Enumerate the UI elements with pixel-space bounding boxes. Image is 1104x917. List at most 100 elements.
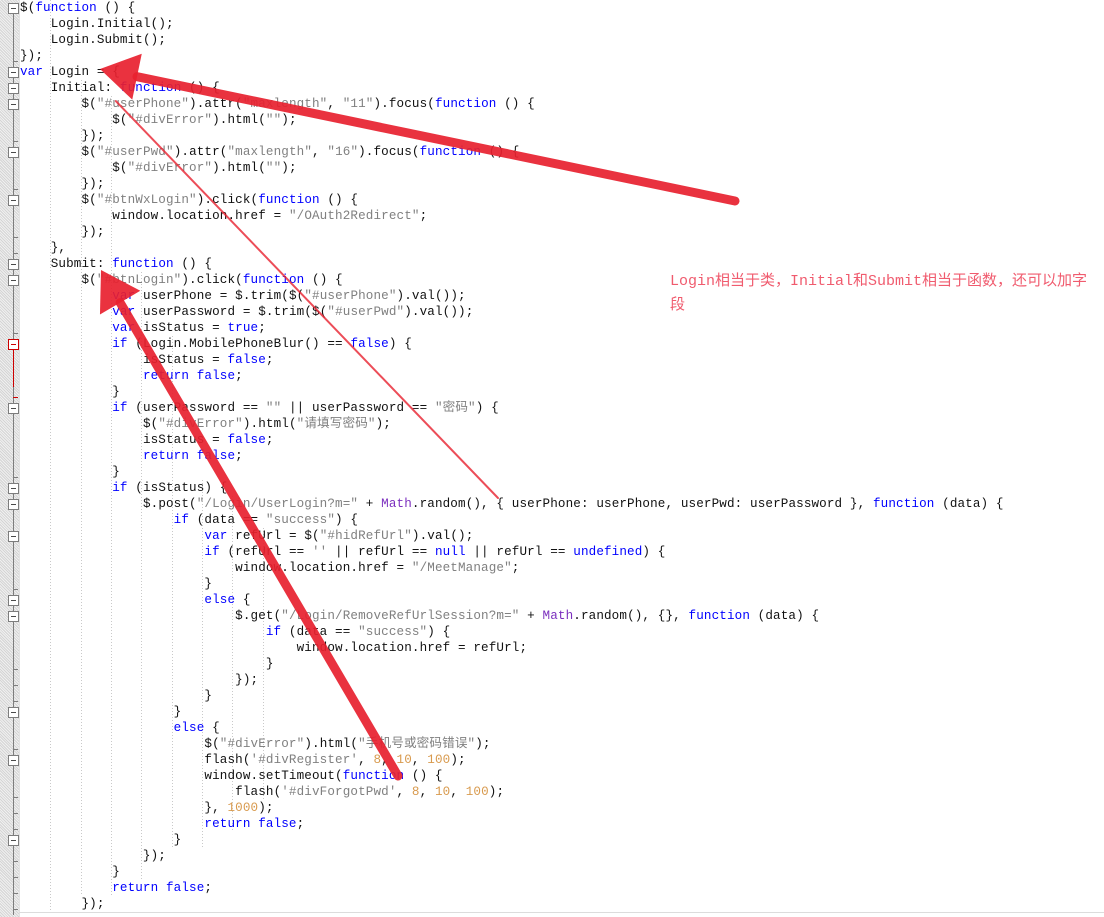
fold-end-icon [13,397,18,398]
code-line: }, 1000); [20,801,274,815]
code-line: window.location.href = refUrl; [296,641,528,655]
fold-toggle-icon[interactable] [8,499,19,510]
fold-end-icon [13,701,18,702]
code-line: var userPhone = $.trim($("#userPhone").v… [112,289,466,303]
fold-end-icon [13,861,18,862]
code-line: $("#btnLogin").click(function () { [81,273,343,287]
code-line: }); [20,177,105,191]
fold-end-icon [13,797,18,798]
code-line: isStatus = false; [142,353,274,367]
code-line: $(function () { [20,1,136,15]
fold-end-icon [13,189,18,190]
fold-end-icon [13,669,18,670]
code-line: } [20,657,274,671]
fold-toggle-icon[interactable] [8,259,19,270]
code-line: }); [20,225,105,239]
fold-end-icon [13,813,18,814]
fold-end-icon [13,749,18,750]
code-line: Login.Initial(); [50,17,174,31]
code-line: flash('#divForgotPwd', 8, 10, 100); [235,785,505,799]
code-line: else { [204,593,251,607]
fold-spine [13,3,14,915]
fold-toggle-icon[interactable] [8,611,19,622]
fold-toggle-icon[interactable] [8,67,19,78]
code-line: if (userPassword == "" || userPassword =… [112,401,499,415]
fold-toggle-icon[interactable] [8,755,19,766]
code-line: } [20,385,120,399]
gutter-stripe [0,0,19,917]
code-line: }); [20,897,105,911]
fold-toggle-icon[interactable] [8,835,19,846]
code-line: $("#divError").html(""); [112,161,297,175]
code-line: }); [20,849,166,863]
fold-toggle-icon[interactable] [8,595,19,606]
fold-toggle-icon[interactable] [8,483,19,494]
code-line: $("#divError").html("请填写密码"); [142,417,391,431]
fold-end-icon [13,253,18,254]
fold-end-icon [13,909,18,910]
code-line: var userPassword = $.trim($("#userPwd").… [112,305,474,319]
fold-toggle-icon[interactable] [8,147,19,158]
code-line: if (Login.MobilePhoneBlur() == false) { [112,337,412,351]
code-line: isStatus = false; [142,433,274,447]
code-line: }); [20,673,259,687]
code-line: } [20,577,213,591]
code-line: else { [173,721,220,735]
fold-toggle-icon[interactable] [8,339,19,350]
code-line: window.location.href = "/MeetManage"; [235,561,520,575]
code-line: } [20,865,120,879]
fold-toggle-icon[interactable] [8,3,19,14]
code-line: return false; [142,369,243,383]
code-line: window.location.href = "/OAuth2Redirect"… [112,209,428,223]
fold-toggle-icon[interactable] [8,195,19,206]
code-line: $("#divError").html("手机号或密码错误"); [204,737,491,751]
fold-end-icon [13,829,18,830]
code-line: } [20,689,213,703]
code-line: return false; [112,881,213,895]
code-line: }); [20,49,44,63]
code-line: window.setTimeout(function () { [204,769,443,783]
code-surface[interactable]: $(function () { Login.Initial(); Login.S… [20,0,1104,917]
code-line: if (data == "success") { [173,513,359,527]
annotation-text: Login相当于类，Initial和Submit相当于函数，还可以加字段 [670,273,1088,314]
code-line: Submit: function () { [50,257,213,271]
code-line: return false; [204,817,305,831]
fold-end-icon [13,333,18,334]
code-line: }, [20,241,67,255]
code-line: if (data == "success") { [265,625,451,639]
fold-end-icon [13,141,18,142]
bottom-rule [19,912,1104,913]
fold-end-icon [13,685,18,686]
fold-toggle-icon[interactable] [8,403,19,414]
code-line: $.get("/Login/RemoveRefUrlSession?m=" + … [235,609,820,623]
code-line: } [20,833,182,847]
fold-toggle-icon[interactable] [8,83,19,94]
fold-end-icon [13,893,18,894]
code-editor-screenshot: $(function () { Login.Initial(); Login.S… [0,0,1104,917]
code-line: var Login = { [20,65,120,79]
code-line: $.post("/Login/UserLogin?m=" + Math.rand… [142,497,1004,511]
code-line: $("#btnWxLogin").click(function () { [81,193,359,207]
fold-toggle-icon[interactable] [8,531,19,542]
code-line: if (refUrl == '' || refUrl == null || re… [204,545,666,559]
fold-gutter[interactable] [0,0,20,917]
fold-toggle-icon[interactable] [8,707,19,718]
code-line: } [20,705,182,719]
code-line: var isStatus = true; [112,321,266,335]
fold-end-icon [13,61,18,62]
code-line: flash('#divRegister', 8, 10, 100); [204,753,466,767]
code-line: if (isStatus) { [112,481,228,495]
fold-end-icon [13,589,18,590]
fold-end-icon [13,477,18,478]
fold-toggle-icon[interactable] [8,99,19,110]
code-line: } [20,465,120,479]
code-line: var refUrl = $("#hidRefUrl").val(); [204,529,474,543]
code-line: Initial: function () { [50,81,220,95]
code-line: $("#divError").html(""); [112,113,297,127]
fold-end-icon [13,877,18,878]
fold-toggle-icon[interactable] [8,275,19,286]
fold-end-icon [13,237,18,238]
code-line: return false; [142,449,243,463]
code-line: Login.Submit(); [50,33,167,47]
code-line: $("#userPhone").attr("maxlength", "11").… [81,97,535,111]
